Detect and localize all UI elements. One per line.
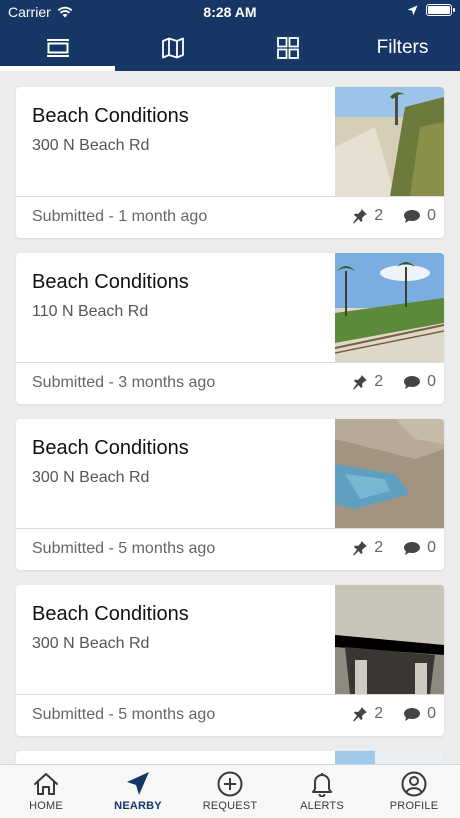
request-card[interactable]: Beach Conditions 110 N Beach Rd Submitte…	[16, 253, 444, 404]
status-right	[407, 4, 455, 16]
nav-nearby[interactable]: NEARBY	[92, 765, 184, 818]
status-bar: Carrier 8:28 AM	[0, 0, 460, 24]
request-card[interactable]: Beach Conditions 300 N Beach Rd Submitte…	[16, 87, 444, 238]
status-time: 8:28 AM	[203, 4, 257, 20]
comment-icon	[404, 209, 421, 223]
nav-profile-label: PROFILE	[389, 800, 439, 812]
request-title: Beach Conditions	[32, 105, 189, 127]
pin-count[interactable]: 2	[352, 539, 383, 557]
comment-count-value: 0	[427, 207, 436, 224]
bottom-nav: HOME NEARBY REQUEST ALERTS PROFILE	[0, 764, 460, 818]
location-arrow-icon	[407, 5, 418, 15]
comment-count-value: 0	[427, 539, 436, 556]
map-icon	[161, 37, 184, 58]
request-photo	[335, 253, 444, 362]
request-address: 300 N Beach Rd	[32, 137, 150, 154]
nav-alerts-label: ALERTS	[300, 800, 344, 812]
app-header: Carrier 8:28 AM Filters	[0, 0, 460, 71]
request-card-footer: Submitted - 3 months ago 2 0	[16, 363, 444, 404]
filters-button[interactable]: Filters	[345, 24, 460, 71]
nav-alerts[interactable]: ALERTS	[276, 765, 368, 818]
list-icon	[46, 38, 69, 57]
tab-grid[interactable]	[230, 24, 345, 71]
comment-icon	[404, 541, 421, 555]
nav-home-label: HOME	[29, 800, 63, 812]
nav-profile[interactable]: PROFILE	[368, 765, 460, 818]
request-photo	[335, 419, 444, 528]
comment-count[interactable]: 0	[403, 539, 436, 557]
pin-count-value: 2	[374, 539, 384, 556]
nav-request-label: REQUEST	[202, 800, 258, 812]
pin-icon	[353, 375, 368, 390]
comment-icon	[404, 707, 421, 721]
request-card-footer: Submitted - 5 months ago 2 0	[16, 529, 444, 570]
bell-icon	[312, 773, 332, 797]
request-submitted: Submitted - 3 months ago	[32, 374, 216, 391]
comment-count-value: 0	[427, 705, 436, 722]
home-icon	[34, 773, 58, 795]
request-title: Beach Conditions	[32, 603, 189, 625]
comment-count[interactable]: 0	[403, 705, 436, 723]
request-address: 110 N Beach Rd	[32, 303, 149, 320]
filters-label: Filters	[376, 36, 429, 58]
pin-count[interactable]: 2	[352, 207, 383, 225]
comment-count[interactable]: 0	[403, 207, 436, 225]
request-photo	[335, 585, 444, 694]
request-title: Beach Conditions	[32, 271, 189, 293]
pin-count[interactable]: 2	[352, 705, 383, 723]
request-title: Beach Conditions	[32, 437, 189, 459]
request-card-body: Beach Conditions 300 N Beach Rd	[16, 585, 444, 694]
request-card-footer: Submitted - 1 month ago 2 0	[16, 197, 444, 238]
nav-request[interactable]: REQUEST	[184, 765, 276, 818]
pin-icon	[353, 209, 368, 224]
request-card-footer: Submitted - 5 months ago 2 0	[16, 695, 444, 736]
request-card[interactable]: Beach Conditions 300 N Beach Rd Submitte…	[16, 419, 444, 570]
request-submitted: Submitted - 5 months ago	[32, 540, 216, 557]
request-submitted: Submitted - 1 month ago	[32, 208, 208, 225]
navigation-arrow-icon	[127, 772, 149, 795]
request-stats: 2 0	[352, 373, 436, 391]
comment-count[interactable]: 0	[403, 373, 436, 391]
request-card[interactable]: Beach Conditions 300 N Beach Rd Submitte…	[16, 585, 444, 736]
pin-count[interactable]: 2	[352, 373, 383, 391]
request-stats: 2 0	[352, 705, 436, 723]
user-circle-icon	[401, 771, 427, 797]
request-submitted: Submitted - 5 months ago	[32, 706, 216, 723]
comment-count-value: 0	[427, 373, 436, 390]
request-card-body: Beach Conditions 110 N Beach Rd	[16, 253, 444, 362]
pin-icon	[353, 541, 368, 556]
nav-nearby-label: NEARBY	[114, 800, 162, 812]
request-card-body: Beach Conditions 300 N Beach Rd	[16, 419, 444, 528]
pin-count-value: 2	[374, 705, 384, 722]
request-address: 300 N Beach Rd	[32, 469, 150, 486]
battery-icon	[426, 4, 455, 16]
tab-map[interactable]	[115, 24, 230, 71]
request-list: Beach Conditions 300 N Beach Rd Submitte…	[16, 87, 444, 771]
request-address: 300 N Beach Rd	[32, 635, 150, 652]
request-stats: 2 0	[352, 207, 436, 225]
request-card-body: Beach Conditions 300 N Beach Rd	[16, 87, 444, 196]
pin-count-value: 2	[374, 373, 384, 390]
request-stats: 2 0	[352, 539, 436, 557]
nav-home[interactable]: HOME	[0, 765, 92, 818]
tab-list[interactable]	[0, 24, 115, 71]
request-photo	[335, 87, 444, 196]
comment-icon	[404, 375, 421, 389]
pin-icon	[353, 707, 368, 722]
view-tabs: Filters	[0, 24, 460, 71]
pin-count-value: 2	[374, 207, 384, 224]
grid-icon	[276, 36, 299, 59]
plus-circle-icon	[217, 771, 243, 797]
